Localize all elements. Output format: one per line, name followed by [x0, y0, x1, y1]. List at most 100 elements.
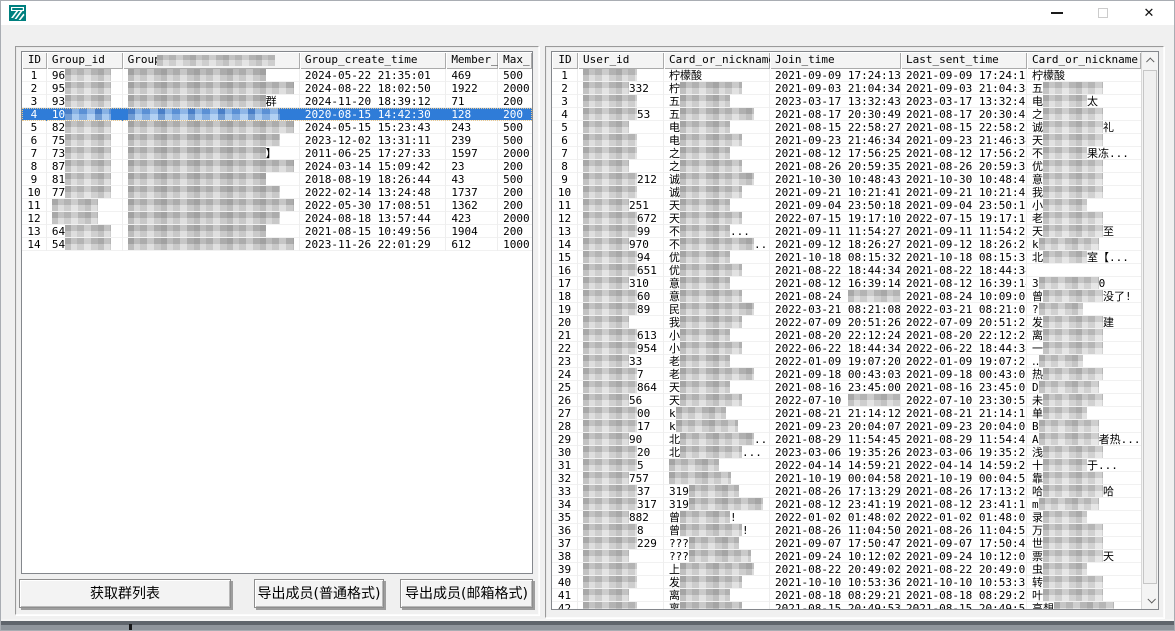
member-row[interactable]: 40 发 2021-10-10 10:53:36 2021-10-10 10:5…	[552, 576, 1158, 589]
group-row[interactable]: 13 64 2021-08-15 10:49:56 1904 200	[22, 225, 532, 238]
member-row[interactable]: 16 651 优 2021-08-22 18:44:34 2021-08-22 …	[552, 264, 1158, 277]
vertical-scrollbar[interactable]	[1141, 52, 1158, 609]
member-row[interactable]: 17 310 意 2021-08-12 16:39:14 2021-08-12 …	[552, 277, 1158, 290]
cell-last-sent-time: 2022-07-15 19:17:10	[901, 212, 1027, 225]
member-row[interactable]: 4 53 五 2021-08-17 20:30:49 2021-08-17 20…	[552, 108, 1158, 121]
col-header-group-id[interactable]: Group_id	[47, 52, 123, 69]
redacted-user-id	[583, 589, 629, 601]
group-row[interactable]: 10 77 2022-02-14 13:24:48 1737 200	[22, 186, 532, 199]
member-row[interactable]: 25 864 天 2021-08-16 23:45:00 2021-08-16 …	[552, 381, 1158, 394]
member-row[interactable]: 2 332 柠 2021-09-03 21:04:34 2021-09-03 2…	[552, 82, 1158, 95]
member-row[interactable]: 5 电 2021-08-15 22:58:27 2021-08-15 22:58…	[552, 121, 1158, 134]
cell-nickname: 319	[664, 498, 770, 511]
maximize-button[interactable]	[1080, 1, 1126, 25]
cell-nickname: 曾!	[664, 511, 770, 524]
member-row[interactable]: 14 970 不... 2021-09-12 18:26:27 2021-09-…	[552, 238, 1158, 251]
member-row[interactable]: 33 37 319 2021-08-26 17:13:29 2021-08-26…	[552, 485, 1158, 498]
member-row[interactable]: 22 954 小 2022-06-22 18:44:34 2022-06-22 …	[552, 342, 1158, 355]
member-row[interactable]: 3 五 2023-03-17 13:32:43 2023-03-17 13:32…	[552, 95, 1158, 108]
member-row[interactable]: 8 之 2021-08-26 20:59:35 2021-08-26 20:59…	[552, 160, 1158, 173]
get-group-list-button[interactable]: 获取群列表	[19, 579, 231, 608]
cell-nickname: 北...	[664, 446, 770, 459]
member-row[interactable]: 32 757 2021-10-19 00:04:58 2021-10-19 00…	[552, 472, 1158, 485]
scroll-down-button[interactable]	[1142, 591, 1159, 608]
member-row[interactable]: 28 17 k 2021-09-23 20:04:07 2021-09-23 2…	[552, 420, 1158, 433]
member-row[interactable]: 41 离 2021-08-18 08:29:21 2021-08-18 08:2…	[552, 589, 1158, 602]
redacted-nickname	[1043, 537, 1103, 549]
col-header-last-sent-time[interactable]: Last_sent_time	[901, 52, 1027, 69]
member-row[interactable]: 15 94 优 2021-10-18 08:15:32 2021-10-18 0…	[552, 251, 1158, 264]
scroll-up-button[interactable]	[1142, 52, 1159, 69]
member-row[interactable]: 37 229 ??? 2021-09-07 17:50:47 2021-09-0…	[552, 537, 1158, 550]
export-members-normal-button[interactable]: 导出成员(普通格式)	[254, 579, 384, 608]
cell-join-time: 2021-08-26 17:13:29	[770, 485, 901, 498]
col-header-join-time[interactable]: Join_time	[770, 52, 901, 69]
cell-max-count: 2000	[498, 82, 532, 95]
cell-last-sent-time: 2021-09-03 21:04:34	[901, 82, 1027, 95]
member-row[interactable]: 20 我 2022-07-09 20:51:26 2022-07-09 20:5…	[552, 316, 1158, 329]
cell-nickname: k	[664, 420, 770, 433]
member-row[interactable]: 24 7 老 2021-09-18 00:43:03 2021-09-18 00…	[552, 368, 1158, 381]
cell-last-sent-time: 2022-01-02 01:48:02	[901, 511, 1027, 524]
member-row[interactable]: 38 ??? 2021-09-24 10:12:02 2021-09-24 10…	[552, 550, 1158, 563]
redacted-group-id	[65, 160, 111, 172]
group-row[interactable]: 7 73 】 2011-06-25 17:27:33 1597 2000	[22, 147, 532, 160]
group-row[interactable]: 3 93 群 2024-11-20 18:39:12 71 200	[22, 95, 532, 108]
member-row[interactable]: 39 上 2021-08-22 20:49:02 2021-08-22 20:4…	[552, 563, 1158, 576]
col-header-user-id[interactable]: User_id	[578, 52, 664, 69]
scrollbar-thumb[interactable]	[1143, 70, 1157, 584]
group-row[interactable]: 6 75 2023-12-02 13:31:11 239 500	[22, 134, 532, 147]
group-row[interactable]: 14 54 2023-11-26 22:01:29 612 1000	[22, 238, 532, 251]
member-row[interactable]: 23 33 老 2022-01-09 19:07:20 2022-01-09 1…	[552, 355, 1158, 368]
member-row[interactable]: 35 882 曾! 2022-01-02 01:48:02 2022-01-02…	[552, 511, 1158, 524]
minimize-button[interactable]	[1034, 1, 1080, 25]
group-row[interactable]: 2 95 2024-08-22 18:02:50 1922 2000	[22, 82, 532, 95]
group-row[interactable]: 5 82 2024-05-15 15:23:43 243 500	[22, 121, 532, 134]
group-row[interactable]: 1 96 2024-05-22 21:35:01 469 500	[22, 69, 532, 82]
col-header-member[interactable]: Member_	[446, 52, 498, 69]
member-row[interactable]: 10 诚 2021-09-21 10:21:41 2021-09-21 10:2…	[552, 186, 1158, 199]
cell-id: 8	[552, 160, 578, 173]
cell-nickname: ???	[664, 537, 770, 550]
member-row[interactable]: 26 56 天 2022-07-10 2022-07-10 23:30:58 未	[552, 394, 1158, 407]
group-row[interactable]: 12 2024-08-18 13:57:44 423 2000	[22, 212, 532, 225]
cell-nickname: 柠檬酸	[664, 69, 770, 82]
member-row[interactable]: 36 8 曾! 2021-08-26 11:04:50 2021-08-26 1…	[552, 524, 1158, 537]
member-row[interactable]: 12 672 天 2022-07-15 19:17:10 2022-07-15 …	[552, 212, 1158, 225]
member-row[interactable]: 19 89 民 2022-03-21 08:21:08 2022-03-21 0…	[552, 303, 1158, 316]
member-row[interactable]: 6 电 2021-09-23 21:46:34 2021-09-23 21:46…	[552, 134, 1158, 147]
col-header-group-create-time[interactable]: Group_create_time	[300, 52, 446, 69]
col-header-group-name[interactable]: Group_name	[123, 52, 300, 69]
col-header-id[interactable]: ID	[22, 52, 47, 69]
group-row[interactable]: 9 81 2018-08-19 18:26:44 43 500	[22, 173, 532, 186]
cell-id: 3	[552, 95, 578, 108]
member-row[interactable]: 30 20 北... 2023-03-06 19:35:26 2023-03-0…	[552, 446, 1158, 459]
member-row[interactable]: 42 离 2021-08-15 20:49:53 2021-08-15 20:4…	[552, 602, 1158, 610]
cell-max-count: 200	[498, 225, 532, 238]
group-row[interactable]: 11 2022-05-30 17:08:51 1362 200	[22, 199, 532, 212]
member-row[interactable]: 9 212 诚 2021-10-30 10:48:43 2021-10-30 1…	[552, 173, 1158, 186]
member-row[interactable]: 31 5 2022-04-14 14:59:21 2022-04-14 14:5…	[552, 459, 1158, 472]
member-row[interactable]: 1 柠檬酸 2021-09-09 17:24:13 2021-09-09 17:…	[552, 69, 1158, 82]
member-row[interactable]: 34 317 319 2021-08-12 23:41:19 2021-08-1…	[552, 498, 1158, 511]
member-row[interactable]: 13 99 不... 2021-09-11 11:54:27 2021-09-1…	[552, 225, 1158, 238]
redacted-nickname	[1039, 355, 1083, 367]
close-button[interactable]: ✕	[1126, 1, 1172, 25]
member-row[interactable]: 27 00 k 2021-08-21 21:14:12 2021-08-21 2…	[552, 407, 1158, 420]
col-header-id[interactable]: ID	[552, 52, 578, 69]
cell-group-name	[123, 134, 300, 147]
redacted-nickname	[1043, 290, 1103, 302]
member-row[interactable]: 7 之 2021-08-12 17:56:25 2021-08-12 17:56…	[552, 147, 1158, 160]
group-row[interactable]: 4 10 2020-08-15 14:42:30 128 200	[22, 108, 532, 121]
member-row[interactable]: 18 60 意 2021-08-24 2021-08-24 10:09:05 曾…	[552, 290, 1158, 303]
member-row[interactable]: 21 613 小 2021-08-20 22:12:24 2021-08-20 …	[552, 329, 1158, 342]
export-members-email-button[interactable]: 导出成员(邮箱格式)	[400, 579, 533, 608]
col-header-max[interactable]: Max_	[498, 52, 532, 69]
col-header-card-or-nickname-2[interactable]: Card_or_nickname	[1027, 52, 1141, 69]
member-row[interactable]: 11 251 天 2021-09-04 23:50:18 2021-09-04 …	[552, 199, 1158, 212]
col-header-card-or-nickname[interactable]: Card_or_nickname	[664, 52, 770, 69]
cell-nickname-2: 一	[1027, 342, 1141, 355]
member-row[interactable]: 29 90 北... 2021-08-29 11:54:45 2021-08-2…	[552, 433, 1158, 446]
cell-nickname-2: 转	[1027, 576, 1141, 589]
group-row[interactable]: 8 87 2024-03-14 15:09:42 23 200	[22, 160, 532, 173]
